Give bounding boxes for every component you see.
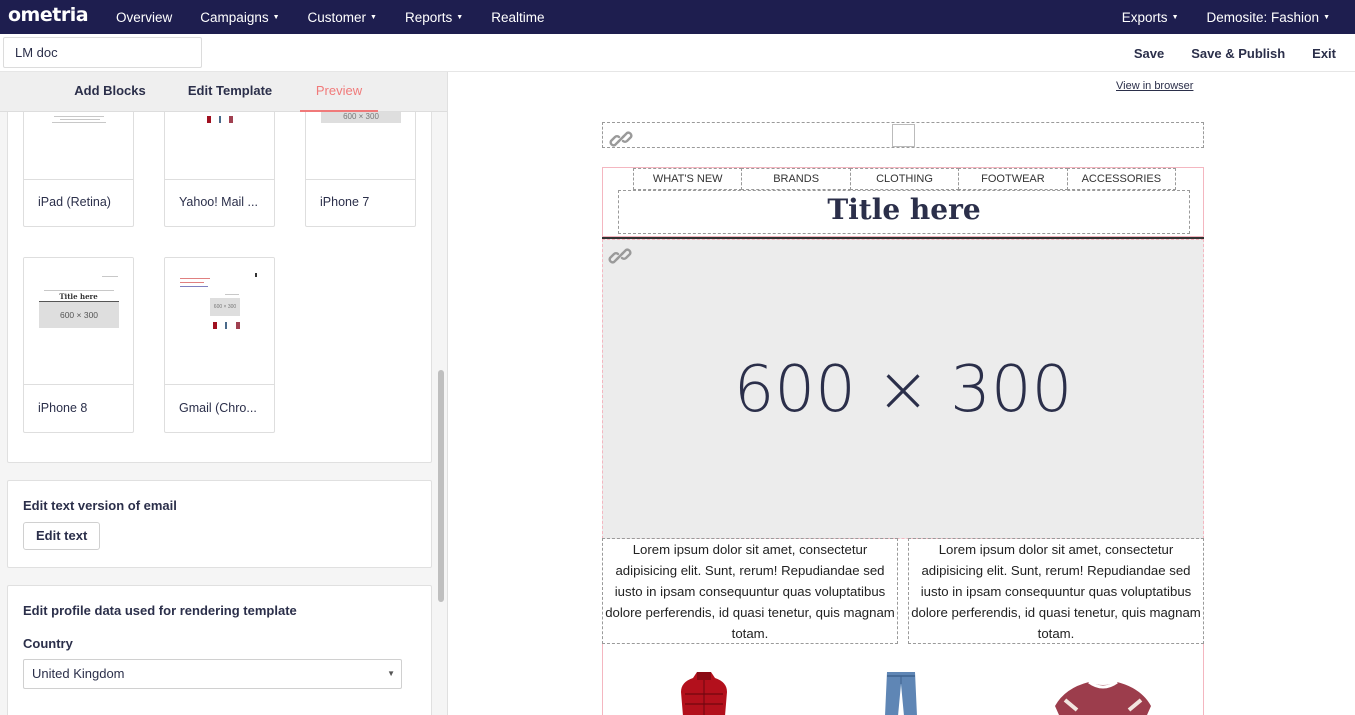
header-block[interactable]: WHAT'S NEW BRANDS CLOTHING FOOTWEAR ACCE… [602,167,1204,237]
text-column-left[interactable]: Lorem ipsum dolor sit amet, consectetur … [602,538,898,644]
thumb-title: Title here [59,292,98,301]
red-puffer-vest-image[interactable] [663,672,745,715]
thumb-product-swatch [207,116,211,123]
email-nav-links: WHAT'S NEW BRANDS CLOTHING FOOTWEAR ACCE… [633,168,1177,190]
thumb-text-line [180,286,208,287]
email-nav-link[interactable]: CLOTHING [849,168,960,190]
thumb-product-swatch [225,322,227,329]
thumb-product-swatch [219,116,221,123]
document-toolbar: Save Save & Publish Exit [0,34,1355,72]
device-label: Gmail (Chro... [179,401,257,415]
caret-down-icon: ▼ [370,13,377,21]
section-title: Edit profile data used for rendering tem… [23,603,297,618]
email-nav-link[interactable]: ACCESSORIES [1066,168,1177,190]
document-actions: Save Save & Publish Exit [1107,34,1336,72]
device-label: iPhone 7 [320,195,370,209]
device-thumbnail: Title here 600 × 300 [24,258,133,385]
nav-campaigns[interactable]: Campaigns ▼ [200,10,279,25]
thumb-product-swatch [213,322,217,329]
nav-site-selector[interactable]: Demosite: Fashion ▼ [1207,10,1331,25]
nav-reports[interactable]: Reports ▼ [405,10,463,25]
link-icon [608,248,632,264]
device-label: iPhone 8 [38,401,88,415]
caret-down-icon: ▼ [1323,13,1330,21]
email-preview-area: View in browser WHAT'S NEW BRANDS CLOTHI… [448,72,1355,715]
device-iphone-8[interactable]: Title here 600 × 300 iPhone 8 [23,257,134,433]
thumb-hero-placeholder: 600 × 300 [39,302,119,328]
document-name-input[interactable] [3,37,202,68]
save-button[interactable]: Save [1134,46,1164,61]
thumb-text-line [54,116,104,117]
country-select-value: United Kingdom [32,666,125,681]
view-in-browser-link[interactable]: View in browser [1116,80,1193,92]
ometria-logo[interactable]: ometria [8,4,89,26]
red-sports-shirt-image[interactable] [1055,680,1151,715]
text-column-right[interactable]: Lorem ipsum dolor sit amet, consectetur … [908,538,1204,644]
text-version-card: Edit text version of email Edit text [7,480,432,568]
thumb-mark [255,273,257,277]
thumb-product-swatch [236,322,240,329]
thumb-text-line [102,276,118,277]
thumb-text-line [52,122,106,123]
hero-image-placeholder[interactable]: 600 × 300 [602,239,1204,539]
panel-scrollbar[interactable] [438,370,444,602]
tab-edit-template[interactable]: Edit Template [180,72,280,112]
link-icon [609,131,633,147]
edit-text-button[interactable]: Edit text [23,522,101,550]
save-publish-button[interactable]: Save & Publish [1191,46,1285,61]
thumb-text-line [60,119,100,120]
tab-add-blocks[interactable]: Add Blocks [60,72,160,112]
nav-overview[interactable]: Overview [116,10,172,25]
email-title[interactable]: Title here [618,190,1190,234]
email-nav-link[interactable]: WHAT'S NEW [633,168,743,190]
blue-jeans-image[interactable] [881,672,921,715]
products-block[interactable] [602,644,1204,715]
section-title: Edit text version of email [23,498,177,513]
country-select[interactable]: United Kingdom ▼ [23,659,402,689]
logo-block[interactable] [602,122,1204,148]
caret-down-icon: ▼ [1171,13,1179,21]
left-panel: Add Blocks Edit Template Preview iPad (R… [0,72,448,715]
top-nav: ometria Overview Campaigns ▼ Customer ▼ Re… [0,0,1355,34]
device-preview-card: iPad (Retina) Yahoo! Mail ... 600 × 300 … [7,72,432,463]
thumb-text-line [180,278,210,279]
country-label: Country [23,636,73,651]
exit-button[interactable]: Exit [1312,46,1336,61]
caret-down-icon: ▼ [272,13,280,21]
logo-image-placeholder [892,124,915,147]
device-gmail-chrome[interactable]: 600 × 300 Gmail (Chro... [164,257,275,433]
thumb-text-line [225,294,239,295]
caret-down-icon: ▼ [456,13,464,21]
nav-customer[interactable]: Customer ▼ [308,10,377,25]
device-label: iPad (Retina) [38,195,111,209]
device-thumbnail: 600 × 300 [165,258,274,385]
nav-right: Exports ▼ Demosite: Fashion ▼ [1094,10,1355,25]
panel-tabs: Add Blocks Edit Template Preview [0,72,447,112]
email-nav-link[interactable]: FOOTWEAR [958,168,1068,190]
thumb-product-swatch [229,116,233,123]
tab-preview[interactable]: Preview [300,72,378,112]
thumb-nav-line [44,290,114,291]
nav-realtime[interactable]: Realtime [491,10,544,25]
thumb-hero-placeholder: 600 × 300 [210,298,240,316]
email-nav-link[interactable]: BRANDS [741,168,851,190]
profile-data-card: Edit profile data used for rendering tem… [7,585,432,715]
thumb-text-line [180,282,204,283]
chevron-down-icon: ▼ [387,669,395,678]
nav-exports[interactable]: Exports ▼ [1122,10,1179,25]
device-label: Yahoo! Mail ... [179,195,258,209]
